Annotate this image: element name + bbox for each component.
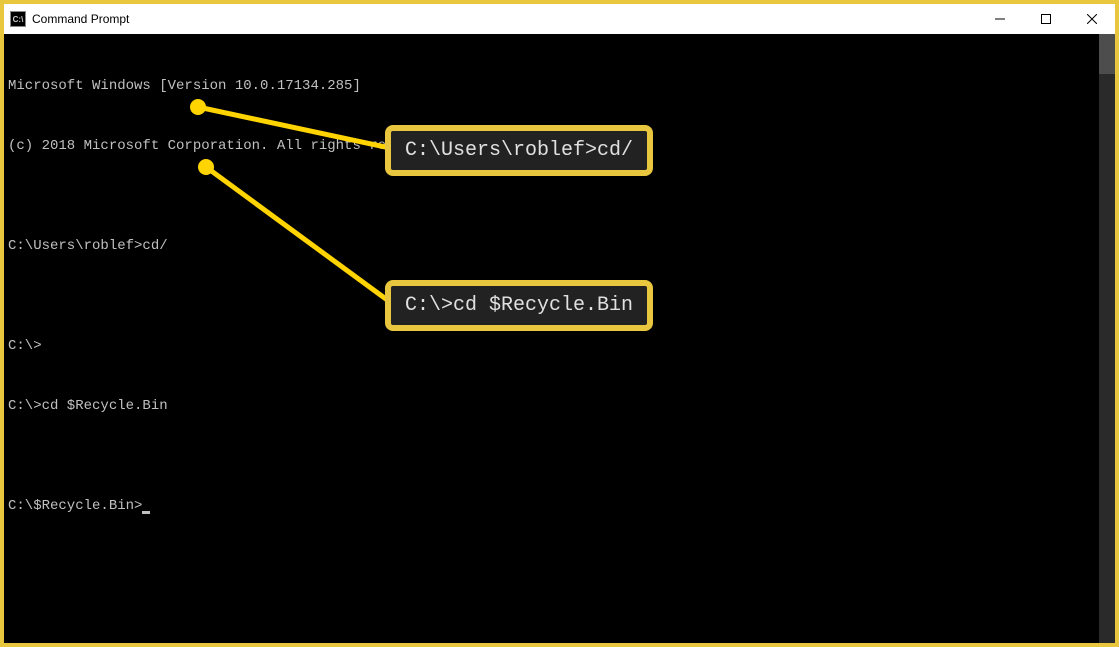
callout-box-1: C:\Users\roblef>cd/ bbox=[385, 125, 653, 176]
window-title: Command Prompt bbox=[32, 12, 129, 26]
close-button[interactable] bbox=[1069, 4, 1115, 34]
terminal-line: C:\Users\roblef>cd/ bbox=[8, 236, 1111, 256]
cursor bbox=[142, 511, 150, 514]
terminal-line: Microsoft Windows [Version 10.0.17134.28… bbox=[8, 76, 1111, 96]
terminal-prompt-line: C:\$Recycle.Bin> bbox=[8, 496, 1111, 516]
terminal-line: C:\> bbox=[8, 336, 1111, 356]
terminal-line: C:\>cd $Recycle.Bin bbox=[8, 396, 1111, 416]
maximize-button[interactable] bbox=[1023, 4, 1069, 34]
callout-box-2: C:\>cd $Recycle.Bin bbox=[385, 280, 653, 331]
window-controls bbox=[977, 4, 1115, 34]
cmd-icon: C:\ bbox=[10, 11, 26, 27]
scrollbar[interactable] bbox=[1099, 34, 1115, 643]
scrollbar-thumb[interactable] bbox=[1099, 34, 1115, 74]
minimize-button[interactable] bbox=[977, 4, 1023, 34]
callout-dot-2 bbox=[198, 159, 214, 175]
titlebar: C:\ Command Prompt bbox=[4, 4, 1115, 34]
callout-dot-1 bbox=[190, 99, 206, 115]
